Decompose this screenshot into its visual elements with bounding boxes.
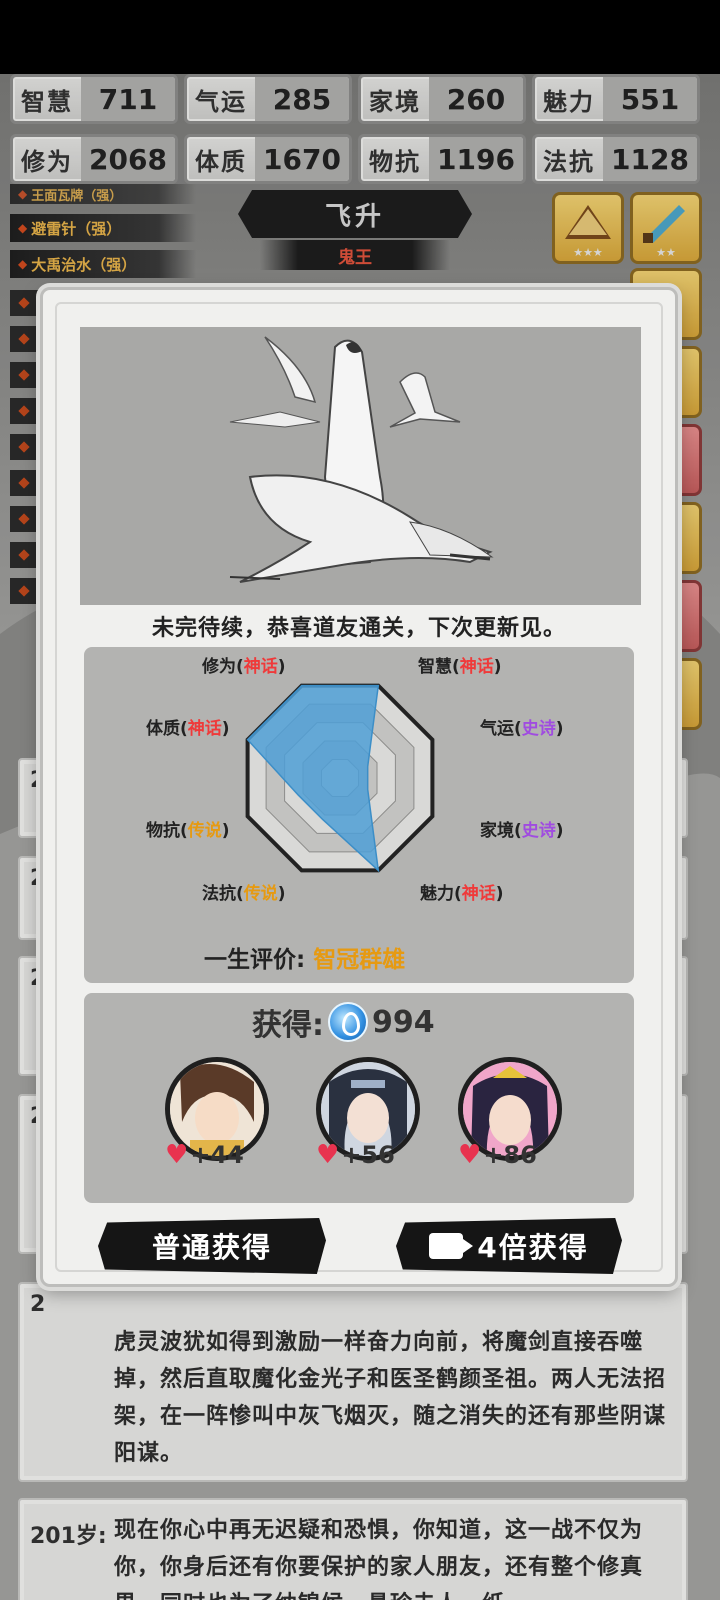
radar-label-wisdom: 智慧(神话) xyxy=(418,657,502,677)
immortal-on-crane-image xyxy=(80,327,641,605)
heart-icon: ♥ xyxy=(316,1140,340,1170)
status-bar xyxy=(0,0,720,74)
video-icon xyxy=(429,1233,474,1259)
claim-4x-video-button[interactable]: 4倍获得 xyxy=(396,1218,622,1274)
heart-icon: ♥ xyxy=(458,1140,482,1170)
ascension-illustration xyxy=(80,327,641,605)
companion-affection: ♥ +44 xyxy=(165,1140,244,1170)
radar-label-luck: 气运(史诗) xyxy=(480,719,564,739)
companion-affection: ♥ +56 xyxy=(316,1140,395,1170)
radar-label-cultivation: 修为(神话) xyxy=(202,657,286,677)
normal-claim-button[interactable]: 普通获得 xyxy=(98,1218,326,1274)
attribute-radar-chart xyxy=(245,683,435,873)
radar-label-charm: 魅力(神话) xyxy=(420,884,504,904)
radar-label-physical-resist: 物抗(传说) xyxy=(146,821,230,841)
reward-amount: 获得: 994 xyxy=(252,1000,435,1044)
life-evaluation: 一生评价: 智冠群雄 xyxy=(204,947,406,973)
heart-icon: ♥ xyxy=(165,1140,189,1170)
radar-label-constitution: 体质(神话) xyxy=(146,719,230,739)
result-message: 未完待续，恭喜道友通关，下次更新见。 xyxy=(151,616,566,641)
radar-label-magic-resist: 法抗(传说) xyxy=(202,884,286,904)
radar-label-family: 家境(史诗) xyxy=(480,821,564,841)
companion-affection: ♥ +86 xyxy=(458,1140,537,1170)
spirit-stone-icon xyxy=(328,1002,368,1042)
